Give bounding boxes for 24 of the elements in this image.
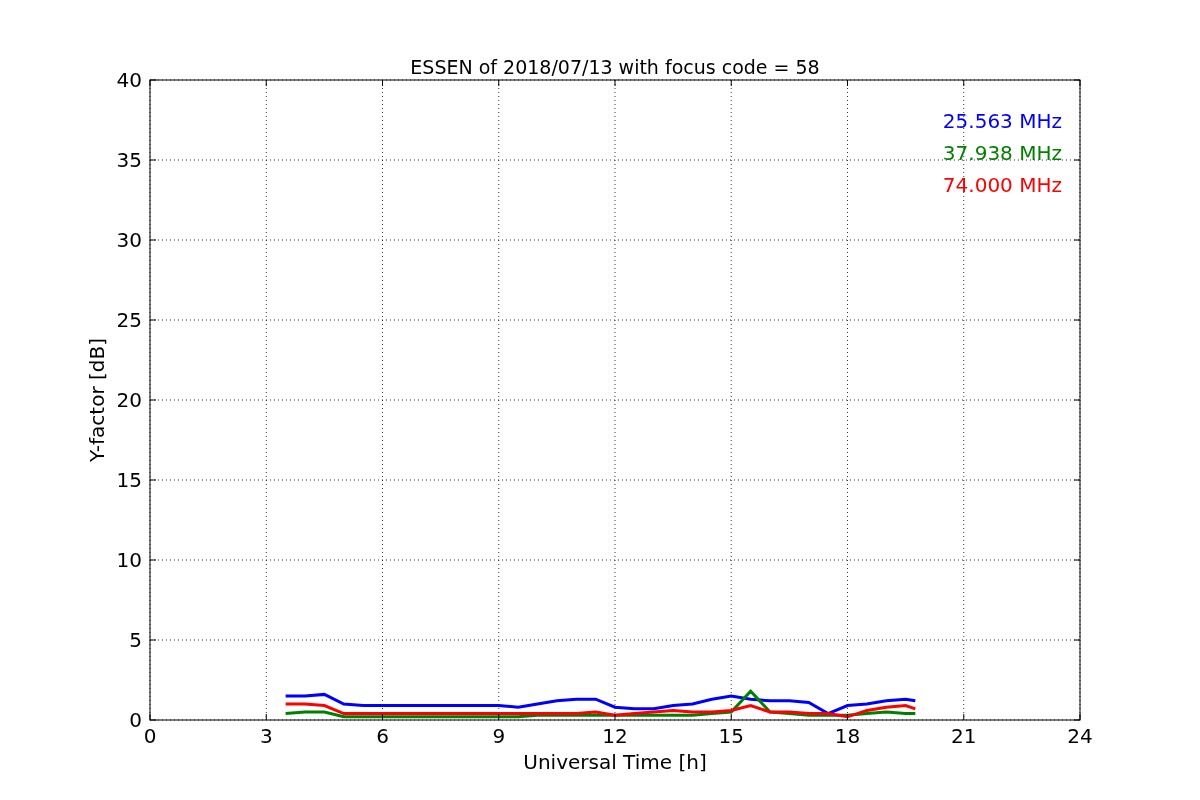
y-tick-label: 10 — [116, 548, 142, 572]
y-tick-label: 30 — [116, 228, 142, 252]
x-tick-label: 24 — [1067, 724, 1093, 748]
x-tick-label: 3 — [259, 724, 273, 748]
x-tick-label: 0 — [143, 724, 157, 748]
legend-label: 25.563 MHz — [942, 109, 1062, 133]
y-axis-label: Y-factor [dB] — [85, 338, 109, 462]
x-tick-label: 18 — [834, 724, 861, 748]
x-tick-label: 6 — [376, 724, 389, 748]
y-tick-label: 5 — [129, 628, 142, 652]
legend-label: 74.000 MHz — [942, 173, 1062, 197]
y-tick-label: 0 — [129, 708, 142, 732]
x-tick-label: 15 — [718, 724, 744, 748]
x-tick-label: 9 — [492, 724, 506, 748]
chart-title: ESSEN of 2018/07/13 with focus code = 58 — [410, 56, 820, 78]
y-tick-label: 15 — [116, 468, 142, 492]
y-tick-label: 25 — [116, 308, 142, 332]
legend-label: 37.938 MHz — [942, 141, 1062, 165]
y-tick-label: 20 — [116, 388, 142, 412]
x-tick-label: 21 — [951, 724, 977, 748]
x-axis-label: Universal Time [h] — [523, 750, 707, 774]
y-tick-label: 40 — [116, 68, 142, 92]
x-tick-label: 12 — [602, 724, 628, 748]
y-tick-label: 35 — [116, 148, 142, 172]
